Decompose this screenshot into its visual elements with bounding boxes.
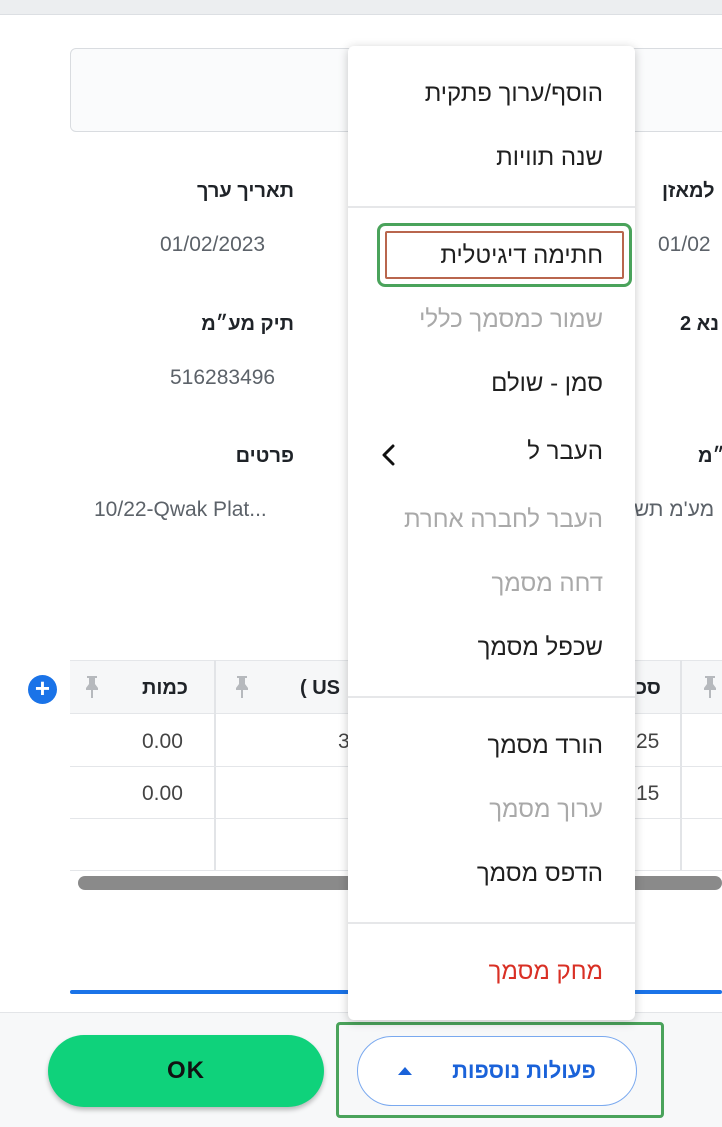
menu-separator (348, 922, 635, 924)
due-date-label: תאריך ערך (196, 180, 294, 202)
quantity-cell: 0.00 (142, 782, 183, 805)
vat-value-wrap: מע'מ תש (634, 498, 722, 528)
menu-item-duplicate-document[interactable]: שכפל מסמך (478, 634, 603, 662)
menu-item-reject-document[interactable]: דחה מסמך (491, 570, 603, 598)
balance-date-field: למאזן (634, 180, 722, 210)
caret-up-icon (398, 1067, 413, 1075)
menu-separator (348, 206, 635, 208)
menu-item-digital-signature[interactable]: חתימה דיגיטלית (440, 242, 603, 270)
chevron-left-icon[interactable] (378, 444, 400, 466)
menu-item-download-document[interactable]: הורד מסמך (487, 732, 603, 760)
top-bar (0, 0, 722, 15)
menu-item-mark-paid[interactable]: סמן - שולם (491, 370, 603, 398)
quantity-cell: 0.00 (142, 730, 183, 753)
more-actions-label: פעולות נוספות (452, 1058, 596, 1083)
more-actions-menu: הוסף/ערוך פתקית שנה תוויות חתימה דיגיטלי… (348, 46, 635, 1020)
balance-date-label: למאזן (662, 180, 715, 202)
quantity-header[interactable]: כמות (142, 677, 188, 700)
vat-label: ״מ (698, 445, 722, 467)
menu-item-save-as-general[interactable]: שמור כמסמך כללי (419, 306, 603, 334)
due-date-value: 01/02/2023 (160, 233, 266, 256)
vat-file-label: תיק מע״מ (201, 313, 294, 335)
sum-cell: 15 (636, 782, 660, 805)
pin-icon[interactable] (234, 675, 250, 699)
field2-wrap: נא 2 (634, 313, 722, 343)
sum-cell: 25 (636, 730, 660, 753)
balance-date-value-wrap: 01/02 (634, 233, 722, 263)
vat-field-wrap: ״מ (634, 445, 722, 475)
more-actions-button[interactable]: פעולות נוספות (357, 1036, 637, 1106)
balance-date-value: 01/02 (658, 233, 711, 256)
details-value: 10/22-Qwak Plat... (94, 498, 267, 521)
ok-button[interactable]: OK (48, 1035, 324, 1107)
sum-header[interactable]: סכ (636, 677, 661, 700)
menu-item-move-to-company[interactable]: העבר לחברה אחרת (404, 506, 603, 534)
vat-value: מע'מ תש (634, 498, 715, 521)
usd-amount-header[interactable]: ( US (300, 677, 340, 700)
menu-separator (348, 696, 635, 698)
vat-file-value: 516283496 (170, 366, 276, 389)
pin-icon[interactable] (702, 675, 718, 699)
menu-item-add-edit-note[interactable]: הוסף/ערוך פתקית (425, 80, 603, 108)
field2-label: נא 2 (680, 313, 719, 335)
menu-item-delete-document[interactable]: מחק מסמך (489, 958, 603, 986)
menu-item-move-to[interactable]: העבר ל (527, 438, 603, 466)
menu-item-change-labels[interactable]: שנה תוויות (496, 144, 603, 172)
details-label: פרטים (235, 445, 294, 467)
pin-icon[interactable] (84, 675, 100, 699)
menu-item-edit-document[interactable]: ערוך מסמך (489, 796, 603, 824)
menu-item-print-document[interactable]: הדפס מסמך (477, 860, 603, 888)
add-line-button[interactable]: + (28, 675, 57, 704)
